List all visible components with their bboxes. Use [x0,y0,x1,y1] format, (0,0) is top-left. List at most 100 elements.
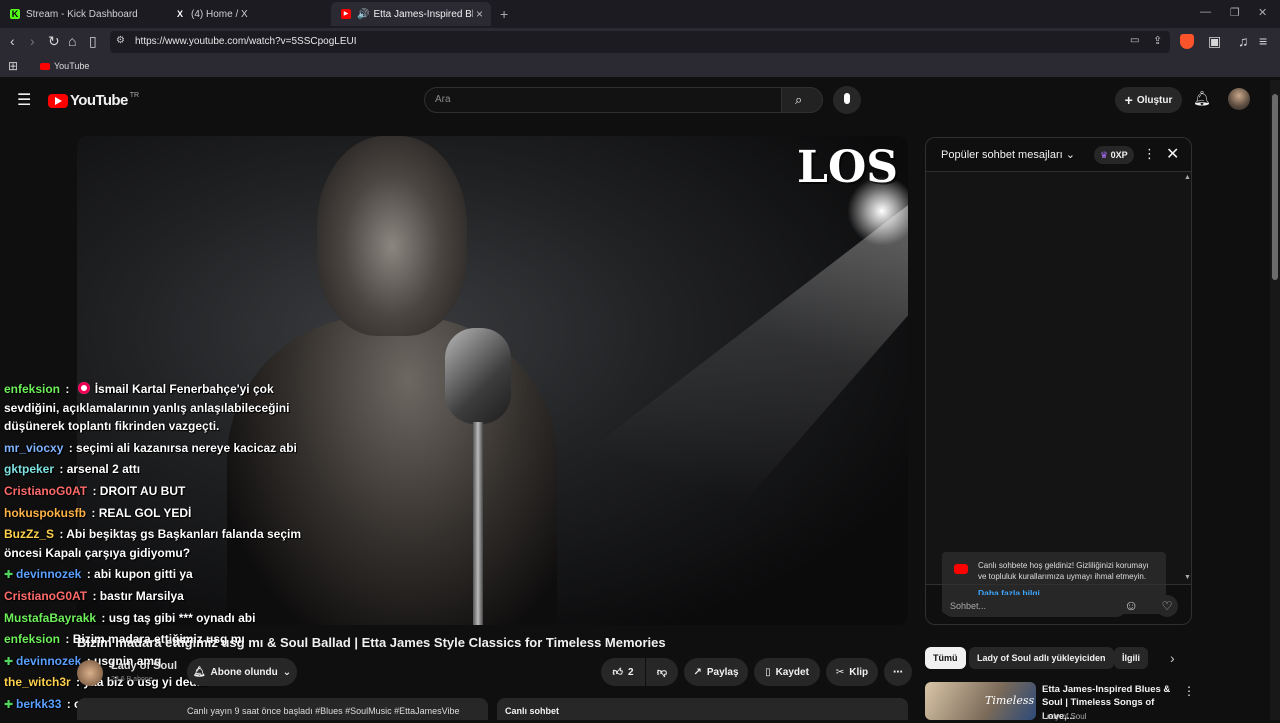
tab-kick[interactable]: K Stream - Kick Dashboard [0,2,165,26]
separator: : [62,632,73,647]
clip-button[interactable]: ✂ Klip [826,658,878,686]
related-video-thumbnail[interactable]: Timeless [925,682,1036,720]
restore-icon[interactable]: ❐ [1230,6,1240,19]
tab-x[interactable]: X (4) Home / X [165,2,330,26]
subscriber-badge-icon: ✚ [4,569,14,582]
channel-row: Lady of Soul 23,6 B abone 🔔︎ Abone olund… [77,658,912,688]
bookmark-youtube[interactable]: YouTube [40,61,89,71]
channel-name[interactable]: Lady of Soul [111,660,177,672]
brave-shield-icon[interactable] [1180,34,1194,49]
notifications-bell-icon[interactable]: 🔔︎ [1193,90,1211,107]
chip-from-uploader[interactable]: Lady of Soul adlı yükleyiciden [969,647,1114,669]
overlay-chat-message: gktpeker : arsenal 2 attı [4,460,314,479]
x-icon: X [176,9,183,19]
reload-icon[interactable]: ↻ [48,33,60,50]
site-settings-icon[interactable]: ⚙ [116,35,125,46]
chip-all[interactable]: Tümü [925,647,966,669]
video-title: Bizim madara ettiğimiz usg mı & Soul Bal… [77,635,666,650]
chat-more-icon[interactable]: ⋮ [1143,146,1156,162]
separator: : [56,462,67,477]
live-chat-panel: Popüler sohbet mesajları ⌄ ♛ 0XP ⋮ ✕ ▲ C… [925,137,1192,625]
back-icon[interactable]: ‹ [10,33,15,49]
dislike-button[interactable]: 👎︎ [646,658,678,686]
overlay-chat-username: CristianoG0AT [4,483,88,498]
related-more-icon[interactable]: ⋮ [1183,684,1195,698]
page-scrollbar[interactable] [1270,80,1280,720]
scrollbar-thumb[interactable] [1272,94,1278,280]
reader-view-icon[interactable]: ▭ [1130,35,1139,46]
overlay-chat-username: berkk33 [16,696,62,711]
menu-icon[interactable]: ≡ [1259,33,1267,49]
close-tab-icon[interactable]: × [476,7,483,21]
separator: : [83,567,95,582]
youtube-logo[interactable]: YouTube TR [48,92,139,109]
chat-header: Popüler sohbet mesajları ⌄ ♛ 0XP ⋮ ✕ [926,138,1191,172]
address-bar[interactable]: ⚙ https://www.youtube.com/watch?v=5SSCpo… [110,31,1170,53]
youtube-icon [954,564,968,574]
subscriber-count: 23,6 B abone [111,676,153,683]
overlay-chat-message: hokuspokusfb : REAL GOL YEDİ [4,504,314,523]
overlay-chat-message: CristianoG0AT : DROIT AU BUT [4,482,314,501]
points-badge[interactable]: ♛ 0XP [1094,146,1134,164]
music-icon[interactable]: ♫ [1238,33,1249,49]
close-chat-icon[interactable]: ✕ [1166,144,1179,164]
save-button[interactable]: ▯ Kaydet [754,658,820,686]
video-overlay-text: LOS [797,142,899,193]
chat-messages: ▲ Canlı sohbete hoş geldiniz! Gizliliğin… [926,172,1191,614]
chat-footer: Sohbet... ☺ ♡ [926,584,1191,624]
separator: : [98,610,109,625]
youtube-icon: ▶ [341,9,351,19]
scroll-down-icon[interactable]: ▼ [1184,574,1191,581]
share-button[interactable]: ↗ Paylaş [684,658,748,686]
more-actions-button[interactable]: ⋯ [884,658,912,686]
like-button[interactable]: 👍︎ 2 [601,658,645,686]
scissors-icon: ✂ [835,666,845,678]
chevron-right-icon[interactable]: › [1170,650,1175,666]
close-window-icon[interactable]: ✕ [1258,6,1267,19]
bell-icon: 🔔︎ [192,666,206,678]
channel-avatar[interactable] [77,660,103,686]
live-chat-toggle[interactable]: Canlı sohbet [497,698,908,720]
home-icon[interactable]: ⌂ [68,33,76,49]
youtube-header: ☰ YouTube TR Ara ⌕ + Oluştur 🔔︎ [0,80,1268,120]
new-tab-icon[interactable]: + [500,6,508,22]
overlay-chat-username: devinnozek [16,567,82,582]
overlay-chat-message: enfeksion : İsmail Kartal Fenerbahçe'yi … [4,380,314,436]
tab-label: Etta James-Inspired Blues & S [373,8,474,20]
share-icon[interactable]: ⇪ [1153,34,1162,47]
chevron-down-icon: ⌄ [282,666,292,678]
bookmarks-bar: ⊞ YouTube [0,56,1280,78]
chat-input[interactable]: Sohbet... [942,595,1127,617]
emote-icon [77,382,90,394]
description-box[interactable]: Canlı yayın 9 saat önce başladı #Blues #… [77,698,488,720]
avatar[interactable] [1228,88,1250,110]
subscriber-badge-icon: ✚ [4,655,14,668]
singer-head [317,136,467,336]
forward-icon[interactable]: › [30,33,35,49]
search-input[interactable]: Ara [424,87,782,113]
heart-icon[interactable]: ♡ [1156,595,1178,617]
sidebar-icon[interactable]: ▣ [1208,33,1221,50]
emoji-icon[interactable]: ☺ [1124,597,1138,613]
overlay-chat-username: enfeksion [4,632,61,647]
share-arrow-icon: ↗ [693,666,702,678]
separator: : [62,382,73,396]
minimize-icon[interactable]: — [1200,6,1211,18]
subscribe-button[interactable]: 🔔︎ Abone olundu ⌄ [187,658,297,686]
bookmark-icon[interactable]: ▯ [89,33,97,50]
overlay-chat-username: enfeksion [4,382,61,396]
tab-youtube[interactable]: ▶ 🔊 Etta James-Inspired Blues & S × [331,2,491,26]
search-button[interactable]: ⌕ [781,87,823,113]
chat-mode-dropdown[interactable]: Popüler sohbet mesajları ⌄ [941,148,1075,161]
separator: : [88,505,99,520]
search-icon: ⌕ [795,92,803,107]
hamburger-menu-icon[interactable]: ☰ [17,90,31,110]
scroll-up-icon[interactable]: ▲ [1184,174,1191,181]
create-button[interactable]: + Oluştur [1115,87,1182,113]
overlay-chat-username: BuzZz_S [4,527,55,542]
microphone-icon [844,93,850,104]
chip-related[interactable]: İlgili [1114,647,1148,669]
overlay-chat-message: BuzZz_S : Abi beşiktaş gs Başkanları fal… [4,525,314,562]
voice-search-button[interactable] [833,86,861,114]
apps-grid-icon[interactable]: ⊞ [8,59,18,73]
